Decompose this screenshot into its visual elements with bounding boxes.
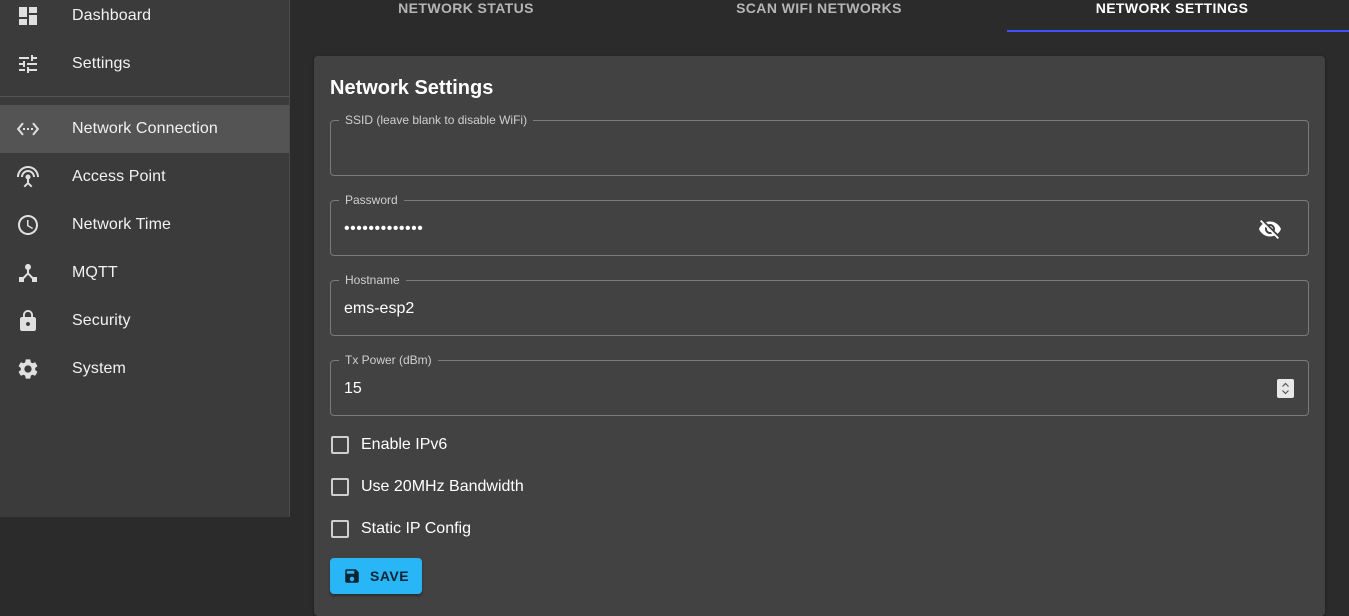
ssid-label: SSID (leave blank to disable WiFi) <box>339 112 534 128</box>
sidebar-item-label: Network Time <box>72 216 171 233</box>
password-label: Password <box>339 192 404 208</box>
sidebar-item-network-connection[interactable]: Network Connection <box>0 105 289 153</box>
sidebar-item-label: System <box>72 360 126 377</box>
access-point-icon <box>16 165 40 189</box>
checkbox-box[interactable] <box>331 520 349 538</box>
save-label: SAVE <box>370 568 410 584</box>
sidebar-item-security[interactable]: Security <box>0 297 289 345</box>
settings-ethernet-icon <box>16 117 40 141</box>
lock-icon <box>16 309 40 333</box>
hostname-label: Hostname <box>339 272 406 288</box>
hostname-field[interactable]: Hostname ems-esp2 <box>330 272 1309 336</box>
password-value: ••••••••••••• <box>344 220 424 237</box>
tab-network-status[interactable]: NETWORK STATUS <box>295 0 637 32</box>
sidebar-item-system[interactable]: System <box>0 345 289 393</box>
gear-icon <box>16 357 40 381</box>
static-ip-label: Static IP Config <box>361 520 471 537</box>
enable-ipv6-checkbox[interactable]: Enable IPv6 <box>330 433 447 457</box>
sidebar-item-mqtt[interactable]: MQTT <box>0 249 289 297</box>
sidebar-item-label: Dashboard <box>72 7 152 24</box>
tab-network-settings[interactable]: NETWORK SETTINGS <box>1001 0 1343 32</box>
password-field[interactable]: Password ••••••••••••• <box>330 192 1309 256</box>
tab-bar: NETWORK STATUS SCAN WIFI NETWORKS NETWOR… <box>290 0 1349 32</box>
sidebar-divider <box>0 96 289 97</box>
ssid-field[interactable]: SSID (leave blank to disable WiFi) <box>330 112 1309 176</box>
tab-scan-wifi-networks[interactable]: SCAN WIFI NETWORKS <box>648 0 990 32</box>
tune-icon <box>16 52 40 76</box>
checkbox-box[interactable] <box>331 478 349 496</box>
bandwidth-checkbox[interactable]: Use 20MHz Bandwidth <box>330 475 524 499</box>
sidebar-item-access-point[interactable]: Access Point <box>0 153 289 201</box>
sidebar-item-label: MQTT <box>72 264 118 281</box>
tx-power-field[interactable]: Tx Power (dBm) 15 <box>330 352 1309 416</box>
visibility-off-icon[interactable] <box>1258 217 1282 241</box>
sidebar-item-label: Access Point <box>72 168 166 185</box>
sidebar-item-settings[interactable]: Settings <box>0 40 289 88</box>
enable-ipv6-label: Enable IPv6 <box>361 436 448 453</box>
sidebar: Dashboard Settings Network Connection Ac… <box>0 0 290 517</box>
sidebar-item-dashboard[interactable]: Dashboard <box>0 0 289 40</box>
sidebar-item-label: Settings <box>72 55 131 72</box>
tx-power-value: 15 <box>344 380 362 397</box>
sidebar-item-label: Network Connection <box>72 120 218 137</box>
static-ip-checkbox[interactable]: Static IP Config <box>330 517 471 541</box>
tx-power-label: Tx Power (dBm) <box>339 352 438 368</box>
sidebar-item-label: Security <box>72 312 131 329</box>
number-stepper[interactable] <box>1277 379 1294 398</box>
clock-icon <box>16 213 40 237</box>
tab-indicator <box>1007 30 1349 32</box>
sidebar-item-network-time[interactable]: Network Time <box>0 201 289 249</box>
checkbox-box[interactable] <box>331 436 349 454</box>
page-title: Network Settings <box>330 77 494 99</box>
mqtt-hub-icon <box>16 261 40 285</box>
save-button[interactable]: SAVE <box>330 558 422 594</box>
bandwidth-label: Use 20MHz Bandwidth <box>361 478 524 495</box>
hostname-value: ems-esp2 <box>344 300 415 317</box>
save-icon <box>343 567 361 585</box>
dashboard-icon <box>16 4 40 28</box>
